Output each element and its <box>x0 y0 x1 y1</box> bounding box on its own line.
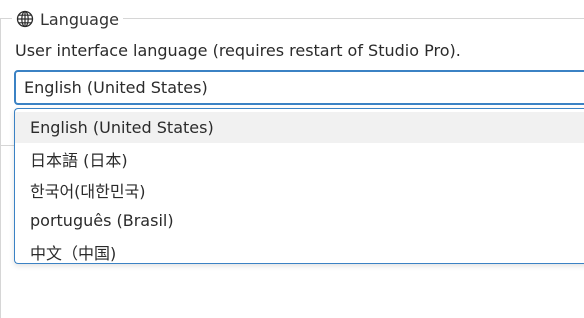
language-group-title: Language <box>40 9 119 29</box>
language-description: User interface language (requires restar… <box>15 41 461 60</box>
language-select-value: English (United States) <box>24 78 208 97</box>
language-select[interactable]: English (United States) <box>14 70 584 105</box>
language-dropdown-list: English (United States) 日本語 (日本) 한국어(대한민… <box>14 108 584 264</box>
language-option[interactable]: 日本語 (日本) <box>15 143 584 174</box>
language-option[interactable]: English (United States) <box>15 112 584 143</box>
language-group-legend: Language <box>12 6 123 32</box>
language-option[interactable]: 中文（中国) <box>15 236 584 267</box>
language-option[interactable]: português (Brasil) <box>15 205 584 236</box>
language-option[interactable]: 한국어(대한민국) <box>15 174 584 205</box>
globe-icon <box>16 10 34 28</box>
